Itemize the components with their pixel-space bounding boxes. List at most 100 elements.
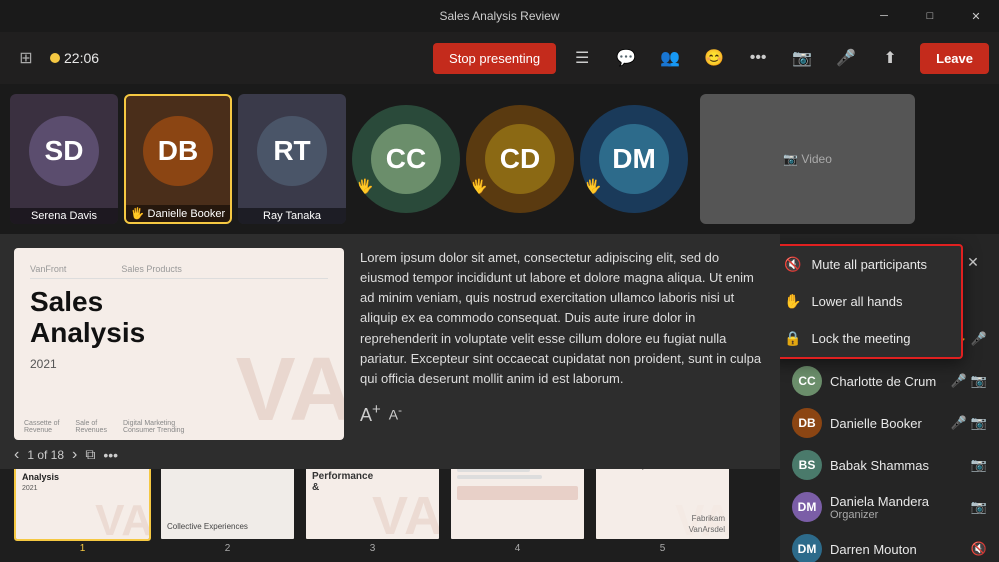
thumb-card-1[interactable]: SalesAnalysis 2021 VA xyxy=(14,469,151,541)
thumbnail-4[interactable]: 4 xyxy=(449,469,586,554)
main-slide: VanFront Sales Products SalesAnalysis 20… xyxy=(14,248,344,440)
recording-dot xyxy=(50,53,60,63)
thumb-card-2[interactable]: Introduction Collective Experiences xyxy=(159,469,296,541)
window-title: Sales Analysis Review xyxy=(439,9,559,23)
thumb-num-2: 2 xyxy=(225,543,231,554)
hand-raise-cassandra: 🖐 xyxy=(470,178,487,195)
avatar-charlotte: CC xyxy=(792,366,822,396)
lock-icon: 🔒 xyxy=(784,330,801,347)
participant-video-charlotte[interactable]: CC 🖐 Charlotte de Crum xyxy=(352,105,460,213)
prev-slide-button[interactable]: ‹ xyxy=(14,446,19,464)
mute-icon: 🔇 xyxy=(784,256,801,273)
slide-bottom-labels: Cassette ofRevenue Sale ofRevenues Digit… xyxy=(24,420,184,434)
chat-icon[interactable]: 💬 xyxy=(608,40,644,76)
mic-icon-charlotte: 🎤 xyxy=(951,373,967,389)
minimize-button[interactable]: ─ xyxy=(861,0,907,32)
participant-name-danielle: 🖐 Danielle Booker xyxy=(126,205,230,222)
participant-video-danielle[interactable]: DB 🖐 Danielle Booker xyxy=(124,94,232,224)
leave-button[interactable]: Leave xyxy=(920,43,989,74)
more-options-icon[interactable]: ••• xyxy=(740,40,776,76)
participant-name-daniela: Daniela Mandera xyxy=(830,494,963,509)
avatar-daniela: DM xyxy=(792,492,822,522)
thumbnail-3[interactable]: Sales Analysis Performance& VA 3 xyxy=(304,469,441,554)
thumbnail-1[interactable]: SalesAnalysis 2021 VA 1 xyxy=(14,469,151,554)
mute-all-button[interactable]: 🔇 Mute all participants xyxy=(780,246,961,283)
participant-video-serena[interactable]: SD Serena Davis xyxy=(10,94,118,224)
participant-name-ray: Ray Tanaka xyxy=(238,208,346,224)
video-strip: SD Serena Davis DB 🖐 Danielle Booker RT … xyxy=(0,84,999,234)
call-timer: 22:06 xyxy=(50,50,99,66)
cam-icon-danielle: 📷 xyxy=(971,415,987,431)
main-content: VanFront Sales Products SalesAnalysis 20… xyxy=(0,234,999,562)
participant-item-danielle[interactable]: DB Danielle Booker 🎤 📷 xyxy=(780,402,999,444)
context-menu: 🔇 Mute all participants ✋ Lower all hand… xyxy=(780,244,963,359)
thumb-card-4[interactable] xyxy=(449,469,586,541)
mic-icon-cassandra: 🎤 xyxy=(971,331,987,347)
participant-role-daniela: Organizer xyxy=(830,509,963,521)
thumb-num-4: 4 xyxy=(515,543,521,554)
mic-icon-danielle: 🎤 xyxy=(951,415,967,431)
mic-muted-darren: 🔇 xyxy=(971,541,987,557)
participant-video-cassandra[interactable]: CD 🖐 Cassandra Dunn xyxy=(466,105,574,213)
participant-item-charlotte[interactable]: CC Charlotte de Crum 🎤 📷 xyxy=(780,360,999,402)
participant-name-babak: Babak Shammas xyxy=(830,458,963,473)
avatar-danielle: DB xyxy=(792,408,822,438)
slide-counter: 1 of 18 xyxy=(27,448,64,462)
participant-name-darren-list: Darren Mouton xyxy=(830,542,963,557)
maximize-button[interactable]: □ xyxy=(907,0,953,32)
title-bar: Sales Analysis Review ─ □ ✕ xyxy=(0,0,999,32)
slide-text-panel: Lorem ipsum dolor sit amet, consectetur … xyxy=(344,234,780,440)
participant-name-charlotte-list: Charlotte de Crum xyxy=(830,374,943,389)
participant-item-babak[interactable]: BS Babak Shammas 📷 xyxy=(780,444,999,486)
lower-hands-label: Lower all hands xyxy=(811,294,902,309)
next-slide-button[interactable]: › xyxy=(72,446,77,464)
hand-icon: ✋ xyxy=(784,293,801,310)
lock-meeting-button[interactable]: 🔒 Lock the meeting xyxy=(780,320,961,357)
top-bar: ⊞ 22:06 Stop presenting ☰ 💬 👥 😊 ••• 📷 🎤 … xyxy=(0,32,999,84)
text-size-controls: A+ A- xyxy=(360,401,764,426)
participant-item-daniela[interactable]: DM Daniela Mandera Organizer 📷 xyxy=(780,486,999,528)
mic-icon[interactable]: 🎤 xyxy=(828,40,864,76)
cam-icon-babak: 📷 xyxy=(971,457,987,473)
slide-panel: VanFront Sales Products SalesAnalysis 20… xyxy=(0,234,780,562)
increase-text-button[interactable]: A+ xyxy=(360,401,381,426)
thumb-card-5[interactable]: Partnership FabrikamVanArsdel VA xyxy=(594,469,731,541)
thumb-num-5: 5 xyxy=(660,543,666,554)
thumb-num-1: 1 xyxy=(80,543,86,554)
lower-hands-button[interactable]: ✋ Lower all hands xyxy=(780,283,961,320)
participants-panel: Participants ••• ✕ 🔇 Mute all participan… xyxy=(780,234,999,562)
decrease-text-button[interactable]: A- xyxy=(389,404,402,423)
slide-view: VanFront Sales Products SalesAnalysis 20… xyxy=(0,234,780,440)
participant-item-darren[interactable]: DM Darren Mouton 🔇 xyxy=(780,528,999,562)
close-button[interactable]: ✕ xyxy=(953,0,999,32)
mute-all-label: Mute all participants xyxy=(811,257,927,272)
participant-video-large[interactable]: 📷 Video xyxy=(700,94,915,224)
thumb-num-3: 3 xyxy=(370,543,376,554)
copy-slide-icon[interactable]: ⧉ xyxy=(85,446,95,463)
share-icon[interactable]: ⬆ xyxy=(872,40,908,76)
people-icon[interactable]: 👥 xyxy=(652,40,688,76)
avatar-babak: BS xyxy=(792,450,822,480)
thumb-card-3[interactable]: Sales Analysis Performance& VA xyxy=(304,469,441,541)
slide-navigation: ‹ 1 of 18 › ⧉ ••• xyxy=(0,440,780,469)
menu-icon[interactable]: ☰ xyxy=(564,40,600,76)
slide-body-text: Lorem ipsum dolor sit amet, consectetur … xyxy=(360,248,764,389)
participants-close-button[interactable]: ✕ xyxy=(959,248,987,276)
camera-icon[interactable]: 📷 xyxy=(784,40,820,76)
hand-raise-charlotte: 🖐 xyxy=(356,178,373,195)
grid-icon[interactable]: ⊞ xyxy=(10,42,42,74)
thumbnail-5[interactable]: Partnership FabrikamVanArsdel VA 5 xyxy=(594,469,731,554)
stop-presenting-button[interactable]: Stop presenting xyxy=(433,43,556,74)
lock-meeting-label: Lock the meeting xyxy=(811,331,910,346)
slide-watermark: VA xyxy=(236,345,344,435)
thumbnail-2[interactable]: Introduction Collective Experiences 2 xyxy=(159,469,296,554)
participant-name-serena: Serena Davis xyxy=(10,208,118,224)
thumbnail-strip: SalesAnalysis 2021 VA 1 Introduction Col… xyxy=(0,469,780,562)
slide-logo: VanFront Sales Products xyxy=(30,264,328,274)
participant-name-danielle-list: Danielle Booker xyxy=(830,416,943,431)
participant-video-darren[interactable]: DM 🖐 Darren Mouton xyxy=(580,105,688,213)
reaction-icon[interactable]: 😊 xyxy=(696,40,732,76)
participant-video-ray[interactable]: RT Ray Tanaka xyxy=(238,94,346,224)
more-slide-options-icon[interactable]: ••• xyxy=(103,447,118,463)
window-controls: ─ □ ✕ xyxy=(861,0,999,32)
